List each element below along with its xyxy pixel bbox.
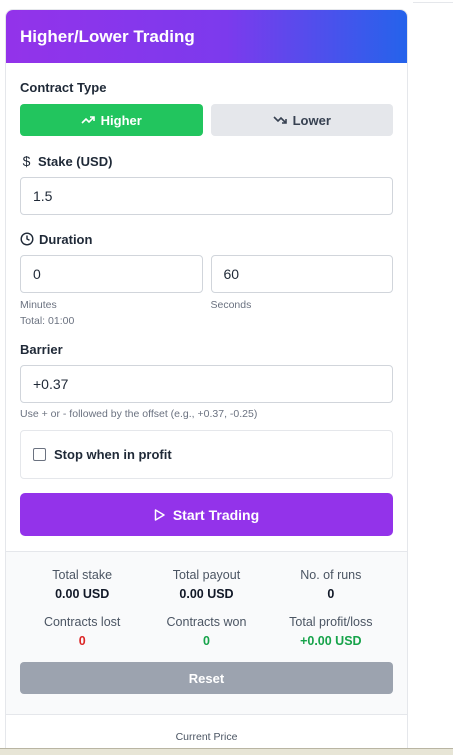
lower-button[interactable]: Lower [210, 104, 393, 136]
stat-profit-loss: Total profit/loss +0.00 USD [269, 615, 393, 648]
stat-total-payout: Total payout 0.00 USD [144, 568, 268, 601]
contracts-won-label: Contracts won [166, 615, 247, 629]
stats-grid: Total stake 0.00 USD Total payout 0.00 U… [20, 552, 393, 648]
stop-when-profit-label: Stop when in profit [54, 447, 172, 462]
stake-input[interactable]: 1.5 [20, 177, 393, 215]
total-stake-value: 0.00 USD [55, 587, 110, 601]
reset-button[interactable]: Reset [20, 662, 393, 694]
stats-section: Total stake 0.00 USD Total payout 0.00 U… [6, 551, 407, 714]
contracts-lost-value: 0 [78, 634, 86, 648]
contract-type-label: Contract Type [20, 79, 107, 95]
duration-total: Total: 01:00 [20, 315, 75, 327]
runs-label: No. of runs [300, 568, 362, 582]
total-stake-label: Total stake [52, 568, 113, 582]
runs-value: 0 [327, 587, 335, 601]
seconds-input[interactable]: 60 [210, 255, 393, 293]
panel-header: Higher/Lower Trading [6, 10, 407, 63]
seconds-column: 60 Seconds [210, 255, 393, 311]
panel-title: Higher/Lower Trading [20, 26, 195, 46]
stop-when-profit-box: Stop when in profit [20, 430, 393, 479]
duration-label-row: Duration [20, 231, 393, 247]
higher-button[interactable]: Higher [20, 104, 203, 136]
barrier-hint: Use + or - followed by the offset (e.g.,… [20, 408, 258, 420]
seconds-hint: Seconds [210, 299, 252, 311]
total-payout-value: 0.00 USD [179, 587, 234, 601]
trading-panel: Higher/Lower Trading Contract Type Highe… [5, 9, 408, 755]
profit-loss-label: Total profit/loss [289, 615, 373, 629]
start-trading-button[interactable]: Start Trading [20, 493, 393, 536]
profit-loss-value: +0.00 USD [300, 634, 362, 648]
duration-inputs: 0 Minutes 60 Seconds [20, 255, 393, 311]
stat-runs: No. of runs 0 [269, 568, 393, 601]
stat-total-stake: Total stake 0.00 USD [20, 568, 144, 601]
taskbar-edge [0, 748, 453, 755]
current-price-label: Current Price [6, 714, 407, 743]
barrier-input[interactable]: +0.37 [20, 365, 393, 403]
lower-label: Lower [292, 112, 331, 128]
contracts-won-value: 0 [203, 634, 210, 648]
minutes-column: 0 Minutes [20, 255, 203, 311]
trending-up-icon [81, 115, 95, 125]
stake-label: Stake (USD) [38, 153, 113, 169]
stat-contracts-won: Contracts won 0 [144, 615, 268, 648]
stake-label-row: $ Stake (USD) [20, 153, 393, 169]
duration-label: Duration [39, 231, 93, 247]
barrier-label: Barrier [20, 341, 63, 357]
clock-icon [20, 232, 34, 246]
total-payout-label: Total payout [172, 568, 241, 582]
play-icon [154, 508, 165, 521]
start-trading-label: Start Trading [172, 506, 260, 523]
dollar-icon: $ [22, 153, 31, 169]
panel-content: Contract Type Higher Lower $ Stake (USD)… [6, 79, 407, 536]
outer-divider [413, 0, 453, 3]
contracts-lost-label: Contracts lost [43, 615, 121, 629]
contract-toggle: Higher Lower [20, 104, 393, 136]
higher-label: Higher [100, 112, 142, 128]
stop-when-profit-checkbox[interactable] [33, 448, 46, 461]
minutes-hint: Minutes [20, 299, 57, 311]
stat-contracts-lost: Contracts lost 0 [20, 615, 144, 648]
minutes-input[interactable]: 0 [20, 255, 203, 293]
trending-down-icon [273, 115, 287, 125]
